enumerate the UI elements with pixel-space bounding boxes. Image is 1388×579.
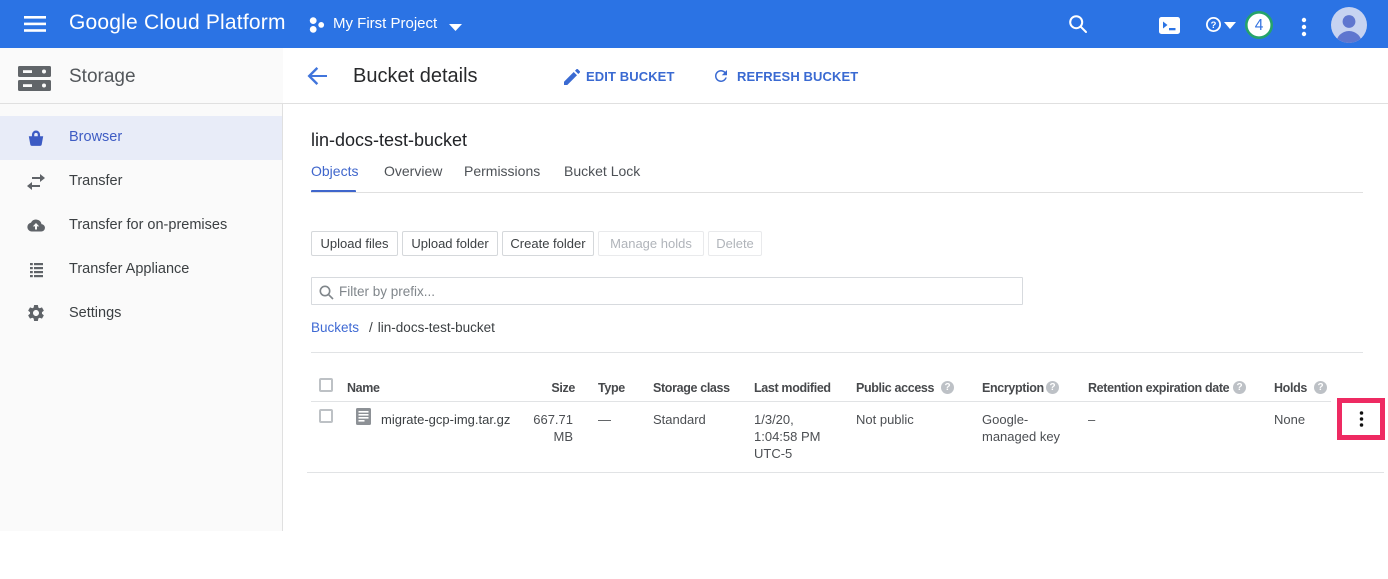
svg-text:?: ? [1211,20,1217,31]
svg-text:4: 4 [1255,17,1264,34]
